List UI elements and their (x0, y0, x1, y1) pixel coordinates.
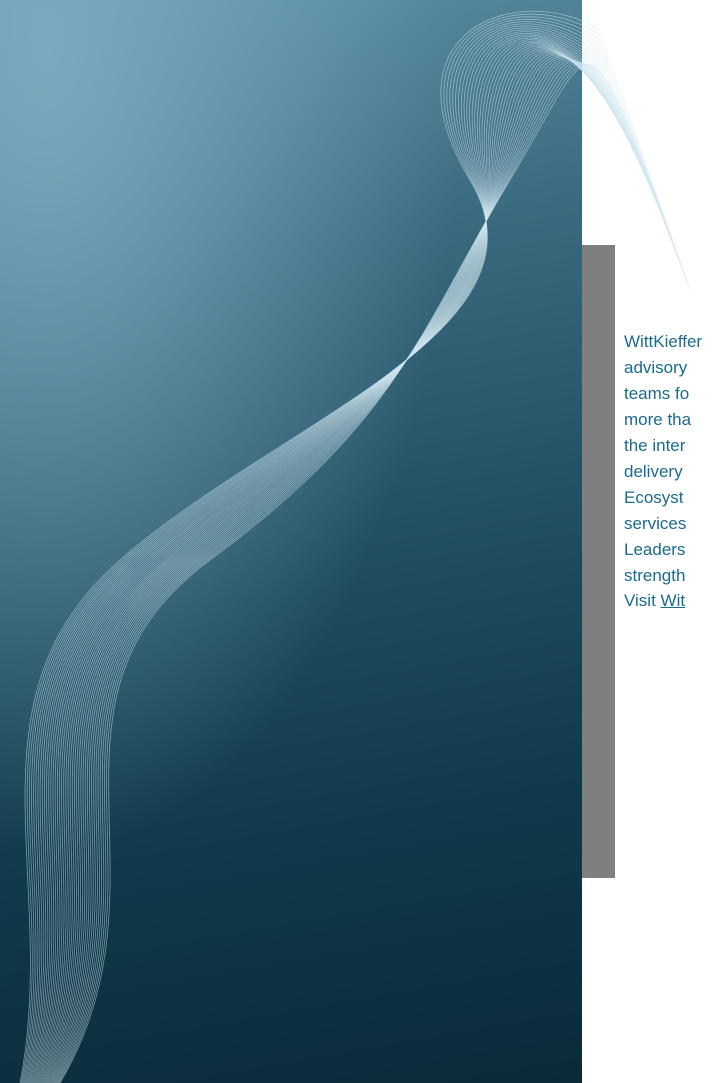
body-line: delivery (624, 462, 683, 481)
body-line: strength (624, 566, 686, 585)
body-line: Leaders (624, 540, 686, 559)
body-line: advisory (624, 358, 688, 377)
body-paragraph: WittKieffer advisory teams fo more tha t… (624, 329, 728, 589)
body-line: services (624, 514, 687, 533)
accent-grey-bar (582, 245, 615, 878)
visit-website-link[interactable]: Wit (661, 591, 686, 610)
body-line: the inter (624, 436, 686, 455)
body-line: teams fo (624, 384, 690, 403)
wave-lines-decoration (19, 10, 691, 1083)
body-line: WittKieffer (624, 332, 703, 351)
body-line: more tha (624, 410, 692, 429)
visit-prefix: Visit (624, 591, 661, 610)
body-line: Ecosyst (624, 488, 684, 507)
visit-line: Visit Wit (624, 588, 685, 614)
